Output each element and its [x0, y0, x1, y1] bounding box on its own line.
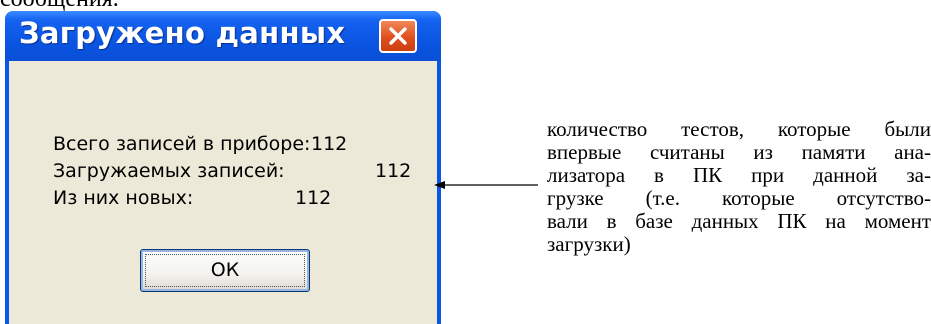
annotation-line: грузке (т.е. которые отсутство-: [547, 186, 931, 210]
page-caption: сообщения.: [0, 0, 119, 11]
dialog-title: Загружено данных: [19, 16, 346, 50]
total-records-value: 112: [311, 133, 348, 155]
title-bar[interactable]: Загружено данных: [5, 11, 441, 61]
new-records-value: 112: [295, 187, 332, 209]
ok-button[interactable]: ОК: [140, 249, 310, 292]
dialog-window: Загружено данных Всего записей в приборе…: [5, 11, 441, 324]
arrow-left-icon: [434, 181, 538, 189]
new-records-label: Из них новых:: [53, 187, 194, 209]
ok-button-label: ОК: [210, 259, 240, 281]
annotation-line: впервые считаны из памяти ана-: [547, 140, 931, 164]
loaded-records-row: Загружаемых записей: 112: [53, 160, 411, 182]
total-records-label: Всего записей в приборе:: [53, 133, 311, 155]
dialog-body: Всего записей в приборе: 112 Загружаемых…: [9, 61, 437, 324]
annotation-line: вали в базе данных ПК на момент: [547, 209, 931, 233]
annotation-line: количество тестов, которые были: [547, 117, 931, 141]
close-icon: [389, 27, 407, 45]
close-button[interactable]: [379, 19, 417, 53]
annotation-text: количество тестов, которые были впервые …: [547, 118, 931, 256]
new-records-row: Из них новых: 112: [53, 187, 331, 209]
total-records-row: Всего записей в приборе: 112: [53, 133, 347, 155]
annotation-line: лизатора в ПК при данной за-: [547, 163, 931, 187]
annotation-line: загрузки): [547, 232, 631, 256]
loaded-records-value: 112: [375, 160, 412, 182]
loaded-records-label: Загружаемых записей:: [53, 160, 285, 182]
